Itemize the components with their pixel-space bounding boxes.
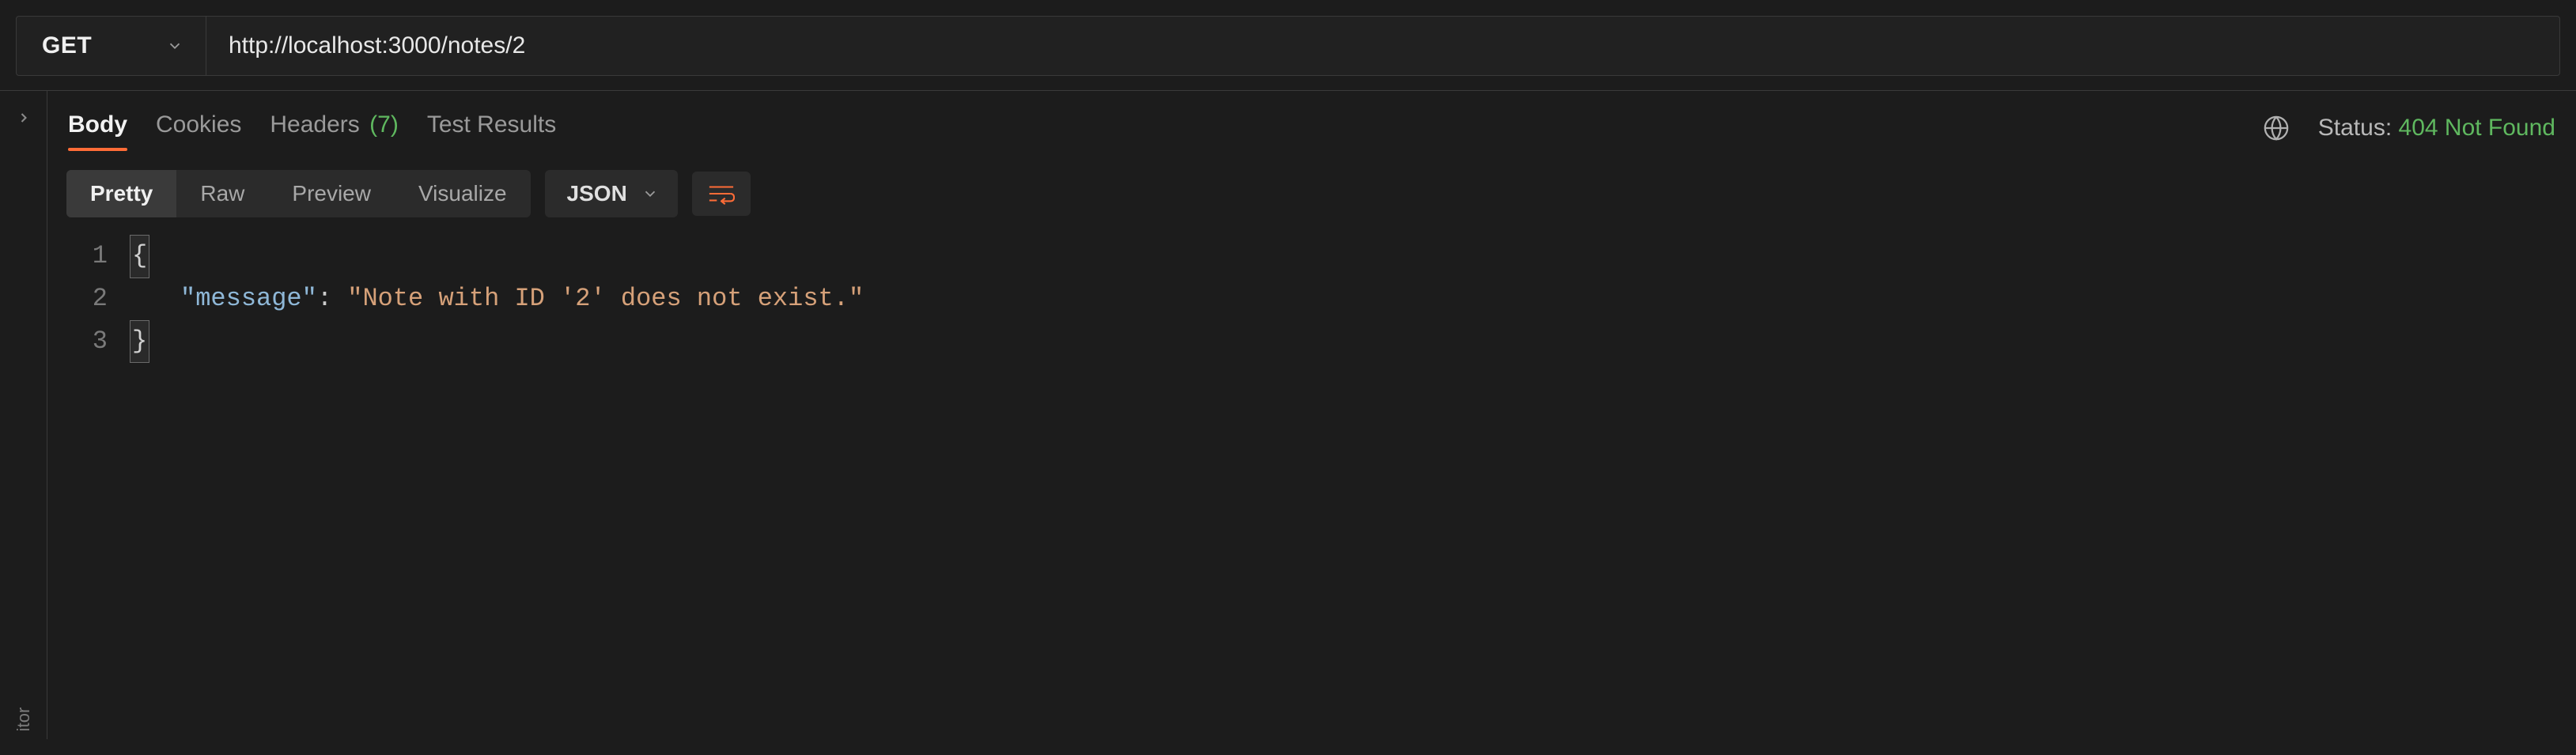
vertical-label: itor	[13, 708, 34, 732]
response-area: itor Body Cookies Headers (7) Test Resul…	[0, 91, 2576, 739]
status-value: 404 Not Found	[2399, 115, 2555, 141]
json-key: "message"	[180, 284, 317, 313]
tab-test-results[interactable]: Test Results	[427, 107, 556, 149]
response-body-code[interactable]: 1 { 2 "message": "Note with ID '2' does …	[66, 235, 2557, 363]
status-label: Status:	[2318, 115, 2392, 141]
url-input[interactable]	[206, 17, 2559, 75]
wrap-lines-icon	[708, 183, 735, 205]
globe-icon[interactable]	[2263, 115, 2290, 142]
response-tabs: Body Cookies Headers (7) Test Results St…	[66, 104, 2557, 149]
code-line: 3 }	[66, 320, 2557, 364]
format-select[interactable]: JSON	[545, 170, 678, 217]
view-mode-pretty[interactable]: Pretty	[66, 170, 176, 217]
close-brace: }	[130, 320, 149, 364]
chevron-down-icon	[641, 185, 659, 202]
chevron-down-icon	[166, 37, 183, 55]
status-block: Status: 404 Not Found	[2318, 115, 2555, 142]
open-brace: {	[130, 235, 149, 278]
line-number: 3	[66, 321, 130, 363]
line-number: 2	[66, 278, 130, 320]
line-number: 1	[66, 236, 130, 277]
code-line: 1 {	[66, 235, 2557, 278]
json-colon: :	[317, 284, 332, 313]
http-method-select[interactable]: GET	[17, 17, 206, 75]
code-line: 2 "message": "Note with ID '2' does not …	[66, 278, 2557, 320]
tab-body[interactable]: Body	[68, 107, 127, 149]
body-toolbar: Pretty Raw Preview Visualize JSON	[66, 170, 2557, 217]
view-mode-raw[interactable]: Raw	[176, 170, 268, 217]
format-select-label: JSON	[567, 181, 627, 206]
tabs-right: Status: 404 Not Found	[2263, 115, 2555, 142]
tab-headers-label: Headers	[270, 111, 359, 138]
http-method-label: GET	[42, 32, 92, 59]
request-bar: GET	[16, 16, 2560, 76]
expand-chevron-icon[interactable]	[16, 110, 32, 126]
tab-headers-count: (7)	[369, 111, 399, 138]
view-mode-group: Pretty Raw Preview Visualize	[66, 170, 531, 217]
json-string: "Note with ID '2' does not exist."	[347, 284, 864, 313]
tab-cookies[interactable]: Cookies	[156, 107, 241, 149]
left-gutter: itor	[0, 91, 47, 739]
response-main: Body Cookies Headers (7) Test Results St…	[47, 91, 2576, 739]
wrap-lines-button[interactable]	[692, 172, 751, 216]
view-mode-preview[interactable]: Preview	[268, 170, 395, 217]
tab-headers[interactable]: Headers (7)	[270, 107, 398, 149]
view-mode-visualize[interactable]: Visualize	[395, 170, 531, 217]
